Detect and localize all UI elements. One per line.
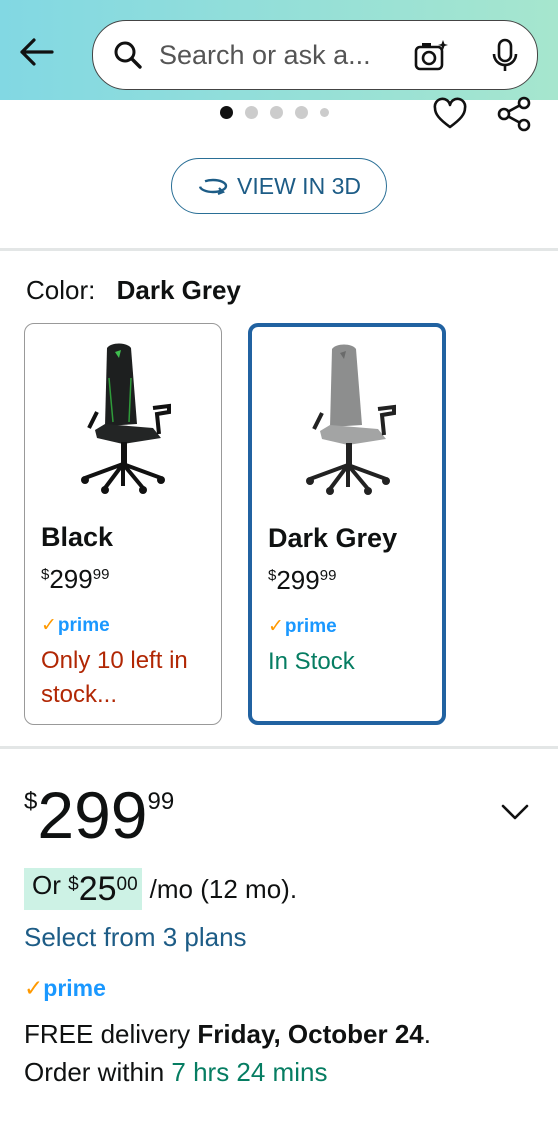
- product-price: $ 299 99: [24, 778, 175, 852]
- color-swatch-dark-grey[interactable]: Dark Grey $29999 ✓ prime In Stock: [248, 323, 446, 725]
- monthly-payment-highlight: Or $25 00: [24, 868, 142, 910]
- chevron-down-icon[interactable]: [498, 795, 532, 829]
- order-countdown: 7 hrs 24 mins: [171, 1057, 328, 1087]
- chair-dark-grey-image: [306, 344, 396, 495]
- top-header: Search or ask a...: [0, 0, 558, 100]
- swatch-name: Dark Grey: [268, 523, 398, 553]
- section-divider: [0, 746, 558, 749]
- delivery-date: Friday, October 24: [197, 1019, 424, 1049]
- prime-badge: ✓ prime: [268, 615, 337, 638]
- carousel-dot[interactable]: [270, 105, 283, 119]
- color-label: Color:: [26, 275, 96, 305]
- search-bar[interactable]: Search or ask a...: [92, 20, 538, 90]
- back-arrow-icon: [20, 38, 54, 66]
- color-swatch-black[interactable]: Black $29999 ✓ prime Only 10 left in stoc…: [24, 323, 222, 725]
- share-icon[interactable]: [495, 95, 533, 133]
- carousel-dot[interactable]: [295, 105, 308, 119]
- search-icon: [111, 38, 145, 72]
- view-in-3d-label: VIEW IN 3D: [237, 172, 361, 199]
- select-plans-link[interactable]: Select from 3 plans: [24, 922, 247, 953]
- image-carousel-indicator: [220, 104, 329, 120]
- swatch-price: $29999: [268, 565, 337, 595]
- chair-black-image: [81, 343, 171, 494]
- stock-status: Only 10 left in stock...: [41, 647, 188, 708]
- delivery-info: FREE delivery Friday, October 24. Order …: [24, 1019, 431, 1087]
- swatch-name: Black: [41, 522, 114, 552]
- carousel-dot[interactable]: [220, 105, 233, 119]
- prime-badge: ✓ prime: [24, 975, 106, 1001]
- monthly-payment: Or $25 00 /mo (12 mo).: [24, 868, 297, 910]
- search-input[interactable]: Search or ask a...: [159, 40, 389, 71]
- carousel-dot[interactable]: [245, 105, 258, 119]
- view-in-3d-button[interactable]: VIEW IN 3D: [171, 158, 387, 214]
- prime-check-icon: ✓: [268, 616, 284, 637]
- prime-badge: ✓ prime: [41, 614, 110, 637]
- microphone-icon[interactable]: [485, 36, 525, 76]
- carousel-dot[interactable]: [320, 107, 329, 117]
- section-divider: [0, 248, 558, 251]
- back-button[interactable]: [14, 30, 58, 74]
- color-selection-label: Color: Dark Grey: [26, 275, 241, 306]
- prime-check-icon: ✓: [24, 975, 44, 1001]
- camera-search-icon[interactable]: [411, 36, 451, 76]
- stock-status: In Stock: [268, 648, 355, 675]
- swatch-price: $29999: [41, 564, 110, 594]
- monthly-payment-term: /mo (12 mo).: [149, 873, 298, 904]
- rotate-3d-icon: [198, 178, 228, 196]
- heart-icon[interactable]: [432, 96, 468, 132]
- prime-check-icon: ✓: [41, 615, 57, 636]
- selected-color-value: Dark Grey: [116, 275, 241, 305]
